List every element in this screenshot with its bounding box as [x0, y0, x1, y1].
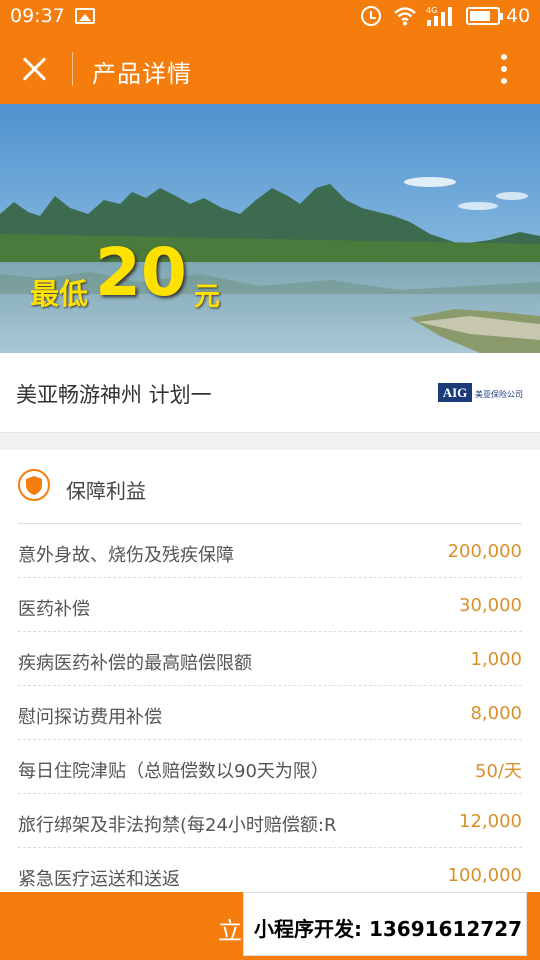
- benefit-label: 紧急医疗运送和送返: [18, 869, 180, 890]
- benefit-row: 意外身故、烧伤及残疾保障 200,000: [18, 524, 522, 578]
- alarm-icon: [361, 6, 381, 26]
- benefit-value: 100,000: [447, 865, 522, 886]
- benefit-value: 50/天: [475, 761, 522, 782]
- benefit-row: 医药补偿 30,000: [18, 578, 522, 632]
- landscape-image: [0, 104, 540, 353]
- benefit-row: 旅行绑架及非法拘禁(每24小时赔偿额:R 12,000: [18, 794, 522, 848]
- buy-button-label: 立: [218, 917, 242, 945]
- page-title: 产品详情: [92, 60, 192, 88]
- battery-icon: [466, 7, 503, 25]
- benefit-value: 12,000: [459, 811, 522, 832]
- benefit-label: 医药补偿: [18, 599, 90, 620]
- aig-logo: AIG: [438, 383, 472, 402]
- banner-price-prefix: 最低: [30, 277, 89, 311]
- wifi-icon: [394, 7, 416, 26]
- benefit-row: 每日住院津贴（总赔偿数以90天为限） 50/天: [18, 740, 522, 794]
- benefit-label: 旅行绑架及非法拘禁(每24小时赔偿额:R: [18, 815, 337, 836]
- close-icon[interactable]: [20, 54, 50, 84]
- benefit-label: 疾病医药补偿的最高赔偿限额: [18, 653, 252, 674]
- title-bar: 产品详情: [0, 34, 540, 104]
- section-title: 保障利益: [66, 479, 146, 503]
- benefit-value: 1,000: [470, 649, 522, 670]
- network-type-label: 4G: [426, 6, 437, 15]
- signal-icon: 4G: [426, 6, 452, 26]
- shield-icon: [18, 469, 50, 501]
- benefit-row: 疾病医药补偿的最高赔偿限额 1,000: [18, 632, 522, 686]
- watermark-overlay: 小程序开发: 13691612727: [243, 892, 527, 956]
- status-bar: 09:37 4G 40: [0, 0, 540, 34]
- product-name: 美亚畅游神州 计划一: [16, 383, 212, 407]
- benefits-section: 保障利益 意外身故、烧伤及残疾保障 200,000 医药补偿 30,000 疾病…: [0, 450, 540, 892]
- benefit-value: 30,000: [459, 595, 522, 616]
- benefit-row: 慰问探访费用补偿 8,000: [18, 686, 522, 740]
- status-time: 09:37: [10, 5, 65, 27]
- section-header: 保障利益: [0, 450, 540, 523]
- benefit-value: 8,000: [470, 703, 522, 724]
- image-notification-icon: [75, 8, 95, 24]
- benefit-label: 每日住院津贴（总赔偿数以90天为限）: [18, 761, 329, 782]
- banner[interactable]: 最低 20 元: [0, 104, 540, 353]
- banner-price-unit: 元: [194, 282, 221, 312]
- insurer-name: 美亚保险公司: [475, 390, 523, 399]
- benefit-value: 200,000: [447, 541, 522, 562]
- title-divider: [72, 52, 73, 86]
- watermark-text: 小程序开发: 13691612727: [254, 917, 523, 941]
- banner-price: 20: [95, 234, 187, 311]
- benefit-label: 慰问探访费用补偿: [18, 707, 162, 728]
- benefit-label: 意外身故、烧伤及残疾保障: [18, 545, 234, 566]
- battery-level: 40: [506, 5, 531, 27]
- more-vertical-icon[interactable]: [496, 52, 512, 86]
